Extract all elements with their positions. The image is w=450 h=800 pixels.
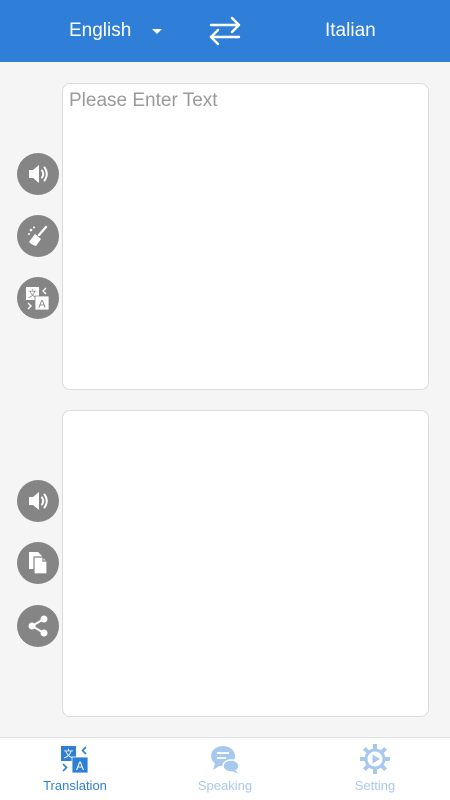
share-translation-button[interactable] — [17, 605, 59, 647]
swap-languages-button[interactable] — [206, 14, 244, 48]
translated-text-panel — [62, 410, 429, 717]
top-bar: English Italian — [0, 0, 450, 62]
target-language-selector[interactable]: Italian — [325, 20, 376, 42]
bottom-tab-bar: 文 A Translation Speaking Setting — [0, 737, 450, 800]
speaker-icon — [29, 492, 48, 510]
source-language-selector[interactable]: English — [69, 20, 131, 42]
tab-speaking-label: Speaking — [197, 778, 253, 793]
translated-text-output[interactable] — [63, 411, 428, 716]
tab-setting[interactable]: Setting — [300, 738, 450, 800]
translate-icon: 文 A — [61, 746, 89, 774]
speak-source-button[interactable] — [17, 153, 59, 195]
broom-icon — [28, 225, 48, 246]
translate-button[interactable]: 文 A — [17, 277, 59, 319]
svg-text:A: A — [76, 759, 84, 773]
speaker-icon — [29, 165, 48, 183]
tab-speaking[interactable]: Speaking — [150, 738, 300, 800]
tab-setting-label: Setting — [354, 778, 396, 793]
gear-icon — [360, 744, 390, 774]
tab-translation-label: Translation — [43, 778, 107, 793]
svg-text:A: A — [38, 299, 46, 311]
translate-icon: 文 A — [26, 287, 50, 311]
chat-bubbles-icon — [211, 746, 240, 774]
source-text-panel — [62, 83, 429, 390]
dropdown-caret-icon[interactable] — [152, 29, 162, 34]
share-icon — [28, 615, 48, 637]
source-text-input[interactable] — [63, 84, 428, 389]
copy-icon — [29, 552, 48, 575]
clear-text-button[interactable] — [17, 215, 59, 257]
swap-arrows-icon — [209, 16, 241, 46]
speak-translation-button[interactable] — [17, 480, 59, 522]
tab-translation[interactable]: 文 A Translation — [0, 738, 150, 800]
copy-translation-button[interactable] — [17, 542, 59, 584]
